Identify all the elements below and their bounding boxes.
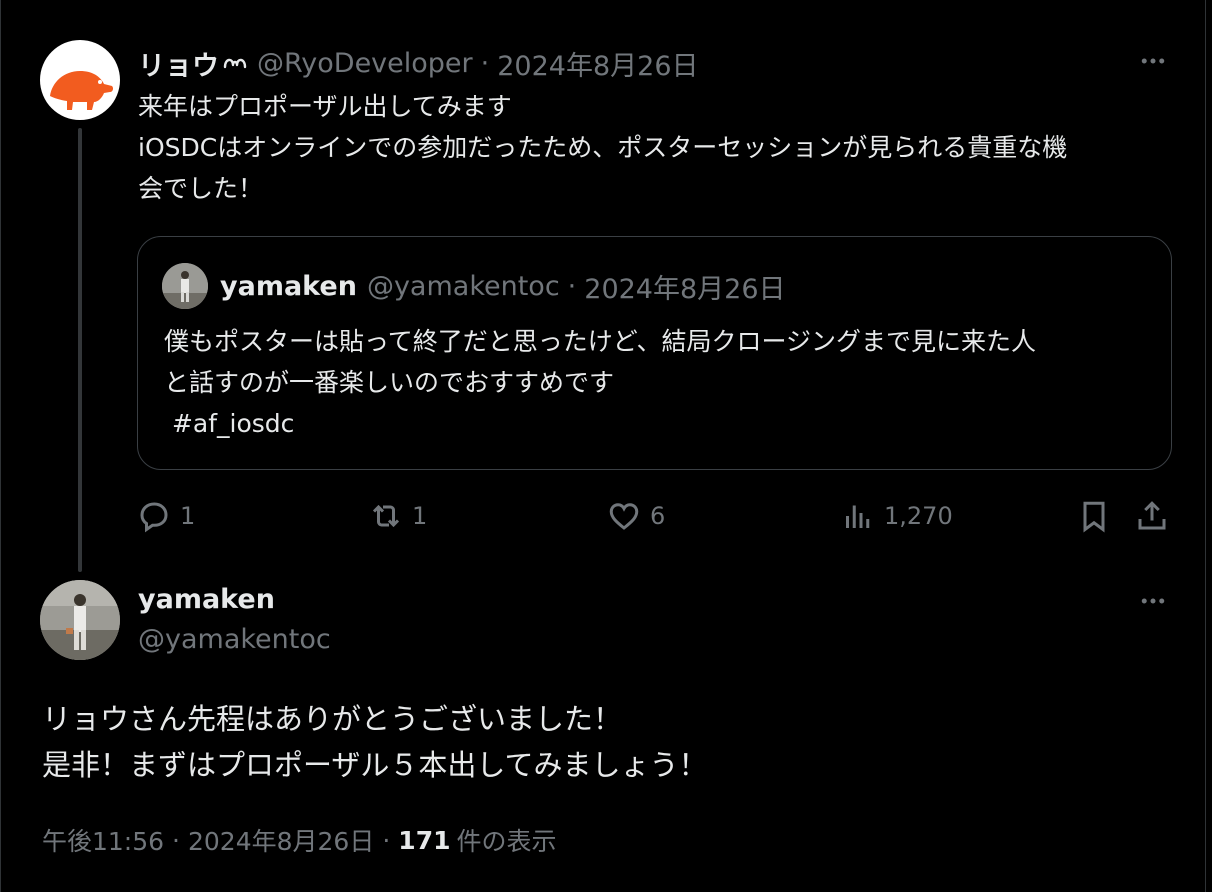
reply-button[interactable]: 1 [136, 494, 195, 538]
timestamp: 2024年8月26日 [584, 273, 786, 305]
tweet-text-line: リョウさん先程はありがとうございました！ [42, 702, 623, 736]
post-date[interactable]: 2024年8月26日 [188, 822, 374, 858]
share-icon [1138, 501, 1166, 530]
thread-line [78, 128, 82, 572]
separator: · [567, 270, 577, 302]
quote-text-line: 僕もポスターは貼って終了だと思ったけど、結局クロージングまで見に来た人 [164, 327, 1037, 356]
action-bar: 1 1 6 1,270 [136, 494, 1176, 538]
tweet-text: リョウさん先程はありがとうございました！ 是非！まずはプロポーザル５本出してみま… [42, 696, 708, 788]
more-icon[interactable] [1136, 584, 1170, 618]
author-handle[interactable]: @yamakentoc [138, 624, 331, 655]
author-name[interactable]: リョウ [138, 44, 219, 83]
glasses-icon [223, 55, 247, 71]
repost-button[interactable]: 1 [368, 494, 427, 538]
view-count: 171 [398, 825, 451, 855]
view-count: 1,270 [884, 502, 953, 530]
author-name[interactable]: yamaken [138, 584, 275, 615]
tweet-text-line: iOSDCはオンラインでの参加だったため、ポスターセッションが見られる貴重な機 [138, 133, 1068, 162]
avatar[interactable] [40, 580, 120, 660]
tweet-header: リョウ @RyoDeveloper · 2024年8月26日 [138, 44, 699, 82]
like-button[interactable]: 6 [606, 494, 665, 538]
repost-count: 1 [412, 502, 428, 530]
avatar[interactable] [40, 40, 120, 120]
separator: · [382, 825, 391, 855]
more-icon[interactable] [1136, 44, 1170, 78]
separator: · [172, 825, 180, 855]
author-handle: @yamakentoc [366, 270, 560, 302]
repost-icon [372, 504, 400, 528]
tweet-text-line: 来年はプロポーザル出してみます [138, 92, 512, 121]
bookmark-button[interactable] [1076, 494, 1112, 538]
quote-text: 僕もポスターは貼って終了だと思ったけど、結局クロージングまで見に来た人 と話すの… [164, 321, 1154, 444]
post-time[interactable]: 午後11:56 [42, 822, 164, 858]
timestamp[interactable]: 2024年8月26日 [497, 44, 698, 83]
tweet-text-line: 是非！まずはプロポーザル５本出してみましょう！ [42, 748, 708, 782]
tweet-text: 来年はプロポーザル出してみます iOSDCはオンラインでの参加だったため、ポスタ… [138, 86, 1178, 209]
like-icon [609, 503, 639, 530]
view-label: 件の表示 [456, 827, 557, 856]
author-handle[interactable]: @RyoDeveloper [257, 48, 473, 79]
tweet-meta: 午後11:56 · 2024年8月26日 · 171 件の表示 [42, 822, 557, 858]
quote-tweet[interactable]: yamaken @yamakentoc · 2024年8月26日 僕もポスターは… [137, 236, 1172, 470]
bookmark-icon [1083, 501, 1105, 533]
tweet-text-line: 会でした！ [138, 174, 264, 203]
quote-text-line: と話すのが一番楽しいのでおすすめです [164, 368, 615, 397]
right-border [1205, 0, 1206, 892]
reply-count: 1 [180, 502, 196, 530]
quote-header: yamaken @yamakentoc · 2024年8月26日 [220, 267, 786, 305]
left-border [0, 0, 1, 892]
separator: · [480, 47, 490, 79]
share-button[interactable] [1134, 494, 1170, 538]
views-button[interactable]: 1,270 [840, 494, 953, 538]
avatar [162, 263, 208, 309]
author-name: yamaken [220, 270, 357, 302]
reply-icon [140, 502, 168, 533]
views-icon [846, 505, 870, 528]
like-count: 6 [650, 502, 666, 530]
hashtag[interactable]: #af_iosdc [164, 403, 1154, 444]
